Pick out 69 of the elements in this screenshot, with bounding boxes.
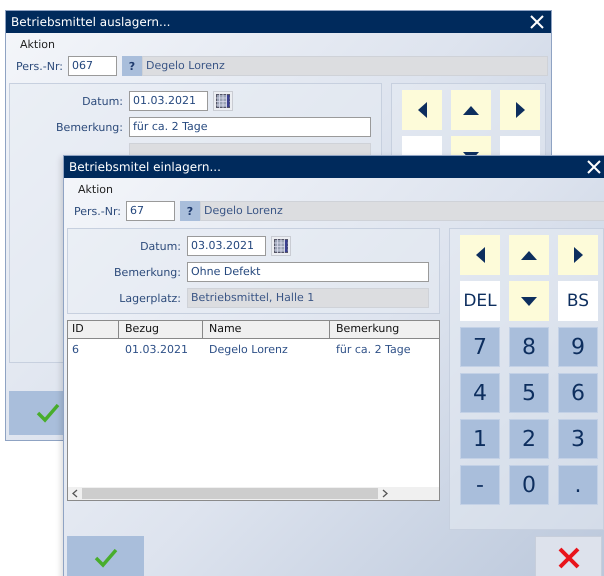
left-triangle-icon [476, 247, 484, 263]
menu-item[interactable]: Aktion [78, 183, 113, 196]
calendar-button[interactable] [271, 236, 291, 256]
arrow-key[interactable] [460, 235, 500, 275]
key[interactable]: 5 [509, 373, 549, 413]
column-header[interactable]: Bemerkung [330, 321, 439, 338]
input-field[interactable]: für ca. 2 Tage [129, 117, 371, 137]
key[interactable]: - [460, 465, 500, 505]
key[interactable]: 6 [558, 373, 598, 413]
key[interactable]: 3 [558, 419, 598, 459]
scroll-right-icon[interactable] [382, 489, 388, 498]
arrow-key[interactable] [402, 90, 442, 130]
close-icon[interactable] [530, 15, 544, 29]
calendar-button[interactable] [213, 91, 233, 111]
lookup-button[interactable]: ? [122, 56, 142, 76]
readonly-field: Betriebsmittel, Halle 1 [187, 288, 429, 308]
key[interactable]: 2 [509, 419, 549, 459]
key[interactable]: 0 [509, 465, 549, 505]
arrow-key[interactable] [451, 90, 491, 130]
lookup-button[interactable]: ? [180, 201, 200, 221]
up-triangle-icon [463, 106, 479, 114]
check-icon [94, 547, 118, 569]
input-field[interactable]: 03.03.2021 [187, 236, 266, 256]
field-label: Pers.-Nr: [74, 204, 121, 218]
table-cell-text: für ca. 2 Tage [335, 342, 412, 357]
column-header[interactable]: ID [68, 321, 119, 338]
key[interactable]: 8 [509, 327, 549, 367]
column-header[interactable]: Bezug [119, 321, 203, 338]
field-label: Bemerkung: [55, 120, 123, 134]
key[interactable]: BS [558, 281, 598, 321]
close-icon[interactable] [587, 160, 601, 174]
key[interactable]: 1 [460, 419, 500, 459]
arrow-key[interactable] [509, 235, 549, 275]
input-field[interactable]: 67 [126, 201, 175, 221]
name-field: Degelo Lorenz [142, 56, 548, 76]
key[interactable]: 9 [558, 327, 598, 367]
key[interactable]: DEL [460, 281, 500, 321]
key[interactable]: . [558, 465, 598, 505]
right-triangle-icon [516, 102, 524, 118]
field-label: Bemerkung: [113, 266, 181, 278]
down-triangle-icon [521, 296, 537, 306]
field-label: Datum: [81, 94, 123, 108]
field-label: Datum: [139, 240, 181, 252]
cancel-button[interactable] [535, 536, 602, 576]
input-field[interactable]: 01.03.2021 [129, 91, 208, 111]
window-title: Betriebsmitel einlagern... [69, 160, 221, 174]
close-icon [558, 547, 580, 569]
up-triangle-icon [521, 250, 537, 260]
table-cell-text: Degelo Lorenz [208, 342, 289, 357]
table-cell-text: 01.03.2021 [124, 342, 189, 357]
key[interactable]: 7 [460, 327, 500, 367]
scroll-left-icon[interactable] [72, 489, 78, 498]
input-field[interactable]: Ohne Defekt [187, 262, 429, 282]
key[interactable]: 4 [460, 373, 500, 413]
check-icon [36, 402, 60, 424]
name-field: Degelo Lorenz [200, 201, 604, 221]
arrow-key[interactable] [500, 90, 540, 130]
input-field[interactable]: 067 [68, 56, 117, 76]
menu-item[interactable]: Aktion [20, 38, 55, 51]
left-triangle-icon [418, 102, 426, 118]
column-header[interactable]: Name [203, 321, 330, 338]
table-cell-text: 6 [71, 342, 80, 357]
field-label: Lagerplatz: [118, 292, 181, 304]
right-triangle-icon [574, 247, 582, 263]
horizontal-scrollbar[interactable] [68, 487, 439, 500]
arrow-key[interactable] [558, 235, 598, 275]
window-title: Betriebsmittel auslagern... [11, 15, 170, 29]
field-label: Pers.-Nr: [16, 60, 63, 72]
arrow-key[interactable] [509, 281, 549, 321]
